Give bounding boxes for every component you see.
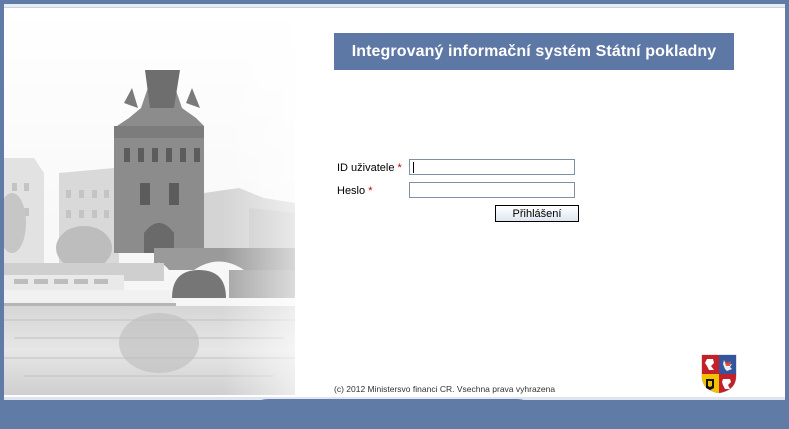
prague-bridge-tower-photo	[4, 8, 295, 395]
required-marker: *	[368, 185, 373, 197]
user-id-label: ID uživatele *	[337, 162, 402, 174]
czech-coat-of-arms-icon	[701, 354, 737, 394]
required-marker: *	[397, 162, 402, 174]
page-title: Integrovaný informační systém Státní pok…	[334, 33, 734, 70]
copyright-text: (c) 2012 Ministersvo financi CR. Vsechna…	[334, 384, 556, 394]
password-label: Heslo *	[337, 185, 372, 197]
password-label-text: Heslo	[337, 185, 366, 197]
password-input[interactable]	[409, 182, 575, 198]
user-id-label-text: ID uživatele	[337, 162, 395, 174]
login-button[interactable]: Přihlášení	[495, 205, 579, 222]
login-window: Integrovaný informační systém Státní pok…	[4, 7, 785, 398]
text-caret	[413, 162, 414, 173]
user-id-input[interactable]	[409, 159, 575, 175]
